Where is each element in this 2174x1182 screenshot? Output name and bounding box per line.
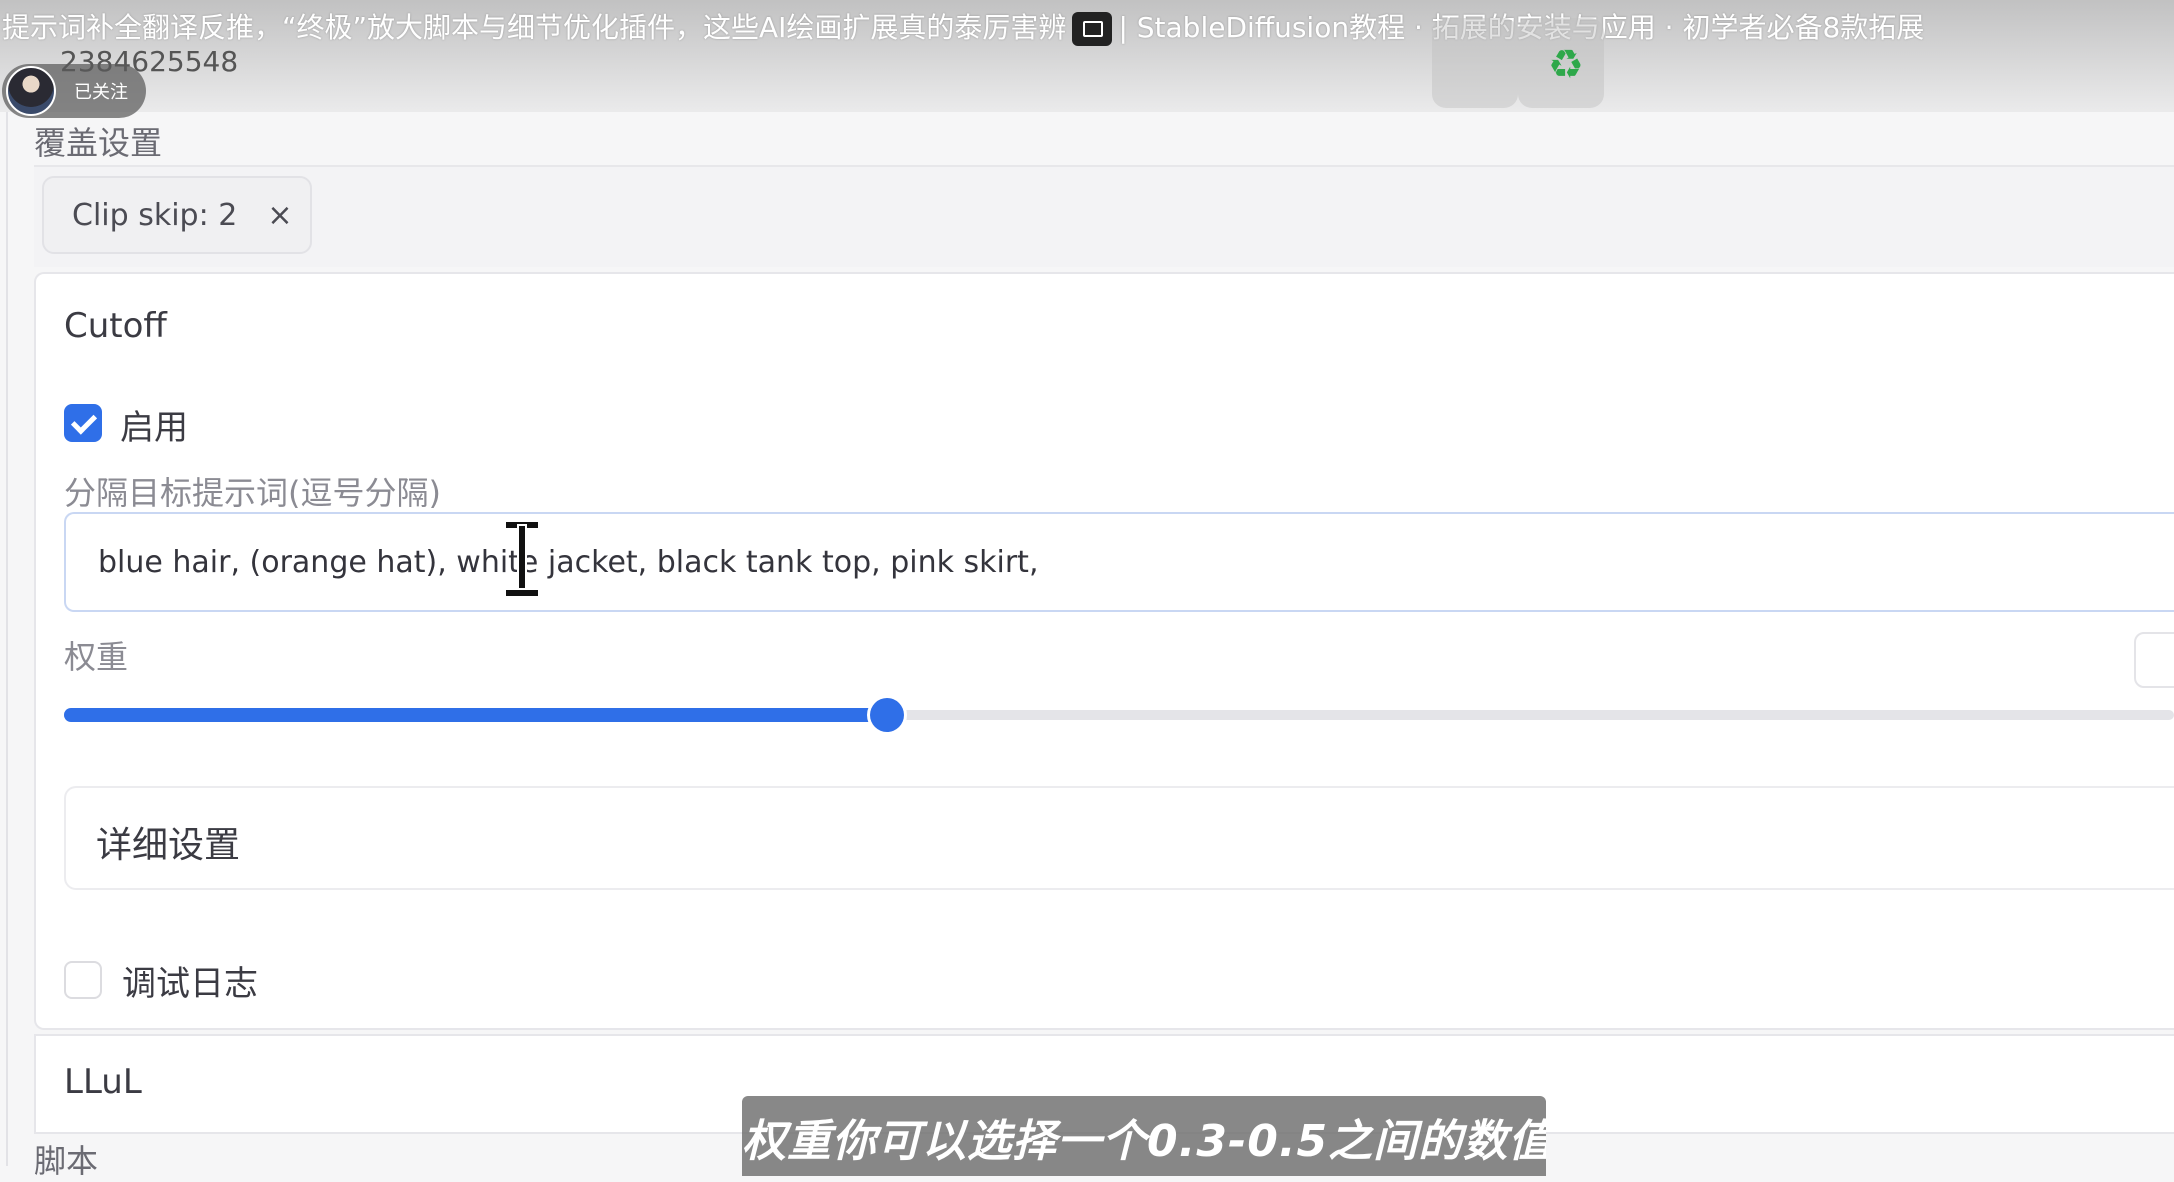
script-label: 脚本 [34, 1142, 99, 1180]
i-beam-cursor-icon [504, 522, 540, 596]
weight-slider-fill [64, 708, 887, 722]
llul-title[interactable]: LLuL [64, 1062, 142, 1102]
video-subtitle: 权重你可以选择一个0.3-0.5之间的数值 [742, 1096, 1546, 1176]
follow-status: 已关注 [74, 82, 128, 103]
recycle-icon: ♻ [1548, 42, 1584, 88]
detail-settings-accordion[interactable] [64, 786, 2174, 890]
video-title: 提示词补全翻译反推，“终极”放大脚本与细节优化插件，这些AI绘画扩展真的泰厉害辨… [2, 6, 1924, 46]
left-divider [6, 112, 8, 1166]
target-prompt-label: 分隔目标提示词(逗号分隔) [64, 474, 441, 512]
detail-settings-label[interactable]: 详细设置 [96, 816, 240, 868]
top-right-action-button[interactable] [1432, 18, 1518, 108]
close-icon[interactable]: × [267, 198, 292, 233]
recycle-button[interactable]: ♻ [1518, 18, 1604, 108]
override-settings-title: 覆盖设置 [34, 124, 163, 162]
override-settings-panel [34, 165, 2174, 267]
weight-label: 权重 [64, 638, 129, 676]
avatar[interactable] [6, 66, 56, 116]
follow-button[interactable]: 已关注 [2, 64, 146, 118]
clip-skip-chip[interactable]: Clip skip: 2 × [42, 176, 312, 254]
weight-slider-thumb[interactable] [869, 698, 904, 732]
weight-number-input[interactable] [2134, 632, 2174, 688]
chip-label: Clip skip: 2 [72, 197, 238, 233]
debug-log-label[interactable]: 调试日志 [122, 956, 258, 1005]
cutoff-title[interactable]: Cutoff [64, 306, 167, 346]
enable-label[interactable]: 启用 [120, 400, 188, 449]
picture-in-picture-icon[interactable] [1072, 12, 1113, 46]
video-title-left: 提示词补全翻译反推，“终极”放大脚本与细节优化插件，这些AI绘画扩展真的泰厉害辨 [2, 11, 1067, 44]
target-prompt-input[interactable] [64, 512, 2174, 612]
enable-checkbox[interactable] [64, 404, 102, 442]
cutoff-panel [34, 272, 2174, 1030]
debug-log-checkbox[interactable] [64, 961, 102, 999]
